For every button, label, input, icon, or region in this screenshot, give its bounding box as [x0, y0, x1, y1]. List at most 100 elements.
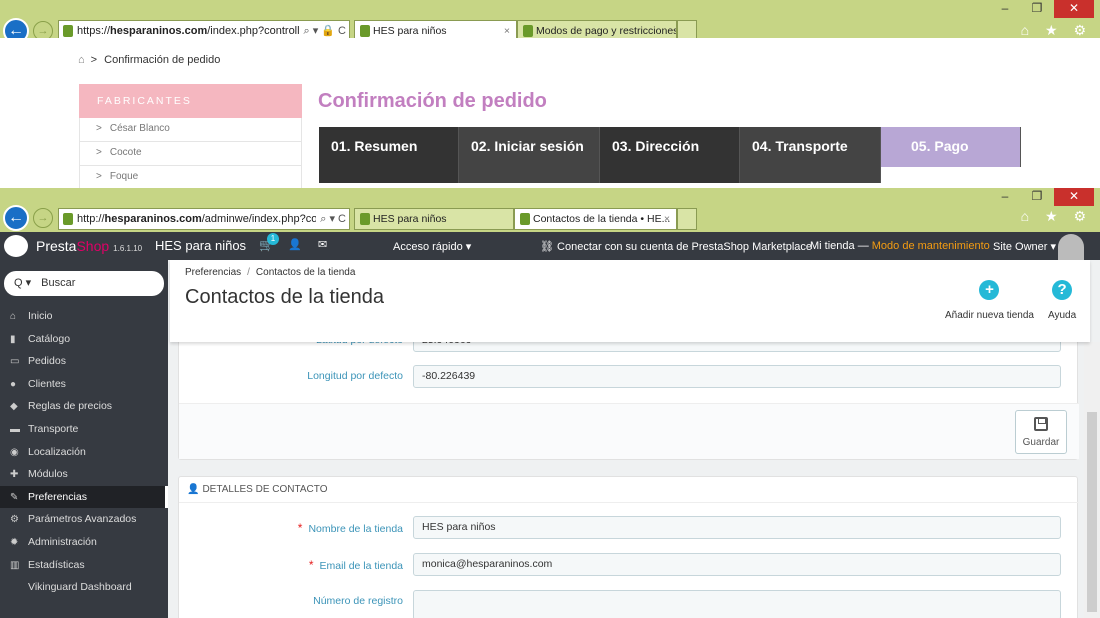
breadcrumb: Preferencias / Contactos de la tienda [185, 267, 356, 278]
sidebar-item-reglas-de-precios[interactable]: ◆ Reglas de precios [0, 395, 168, 418]
home-icon: ⌂ [10, 311, 17, 322]
user-icon[interactable]: 👤 [288, 238, 302, 251]
cog-icon: ✹ [10, 536, 19, 548]
step-resumen[interactable]: 01. Resumen [319, 127, 459, 183]
store-email-row: * Email de la tienda monica@hesparaninos.… [179, 553, 1079, 577]
restore-button[interactable]: ❐ [1022, 0, 1052, 18]
front-browser-chrome: – ❐ ✕ ← → https://hesparaninos.com/index… [0, 0, 1100, 44]
brand[interactable]: PrestaShop 1.6.1.10 [36, 238, 142, 254]
sidebar-item-label: Estadísticas [28, 558, 85, 571]
main-content: Preferencias / Contactos de la tienda Cont… [168, 260, 1100, 618]
sidebar-item-preferencias[interactable]: ✎ Preferencias [0, 485, 168, 509]
sidebar-item-catálogo[interactable]: ▮ Catálogo [0, 328, 168, 351]
search-icon[interactable]: Q ▾ [14, 277, 31, 289]
prestashop-logo-icon[interactable] [4, 235, 28, 257]
favicon-icon [523, 25, 533, 37]
sidebar-item-localización[interactable]: ◉ Localización [0, 441, 168, 464]
sidebar-item-label: Localización [28, 445, 86, 458]
tab-hes-para-ninos[interactable]: HES para niños [354, 208, 514, 230]
store-name[interactable]: HES para niños [155, 238, 246, 253]
sidebar-item-clientes[interactable]: ● Clientes [0, 373, 168, 396]
sidebar-item-label: Inicio [28, 310, 53, 322]
minimize-button[interactable]: – [990, 188, 1020, 206]
registration-number-input[interactable] [413, 590, 1061, 618]
tab-label: Contactos de la tienda • HE... [533, 213, 671, 225]
admin-sidebar: Q ▾ Buscar ⌂ Inicio ▮ Catálogo ▭ Pedidos ● Clien… [0, 260, 168, 618]
sidebar-item-parámetros-avanzados[interactable]: ⚙ Parámetros Avanzados [0, 508, 168, 531]
store-name-input[interactable]: HES para niños [413, 516, 1061, 539]
url-prefix: https:// [77, 25, 111, 37]
save-button[interactable]: Guardar [1015, 410, 1067, 454]
address-bar[interactable]: http://hesparaninos.com/adminwe/index.ph… [58, 208, 350, 230]
sidebar-item-vikinguard-dashboard[interactable]: Vikinguard Dashboard [0, 576, 168, 599]
store-email-label: * Email de la tienda [309, 558, 403, 572]
registration-number-row: Número de registro [179, 590, 1079, 618]
favicon-icon [520, 213, 530, 225]
sidebar-item-inicio[interactable]: ⌂ Inicio [0, 305, 168, 328]
new-tab-button[interactable] [677, 208, 697, 230]
tag-icon: ◆ [10, 401, 18, 413]
toolbar-icons[interactable]: ⌂ ★ ⚙ [1021, 208, 1092, 225]
credit-card-icon: ▭ [10, 356, 20, 368]
sidebar-item-pedidos[interactable]: ▭ Pedidos [0, 350, 168, 373]
avatar[interactable] [1058, 234, 1084, 260]
quick-access-menu[interactable]: Acceso rápido ▾ [393, 240, 471, 253]
maintenance-mode-label: Modo de mantenimiento [871, 240, 990, 252]
minimize-button[interactable]: – [990, 0, 1020, 18]
user-icon: 👤 [187, 484, 200, 495]
manufacturer-link[interactable]: > Cocote [79, 142, 302, 166]
step-direccion[interactable]: 03. Dirección [600, 127, 740, 183]
favicon-icon [63, 25, 73, 37]
address-controls[interactable]: ⌕ ▾ C [316, 209, 346, 229]
sidebar-item-módulos[interactable]: ✚ Módulos [0, 463, 168, 486]
longitude-input[interactable]: -80.226439 [413, 365, 1061, 388]
marketplace-link[interactable]: ⛓ Conectar con su cuenta de PrestaShop M… [540, 240, 812, 253]
contact-details-panel: 👤 DETALLES DE CONTACTO * Nombre de la tien… [178, 476, 1079, 618]
manufacturers-list: > César Blanco > Cocote > Foque [79, 118, 302, 188]
step-transporte[interactable]: 04. Transporte [740, 127, 881, 183]
home-icon[interactable]: ⌂ [78, 54, 85, 66]
longitude-label: Longitud por defecto [307, 370, 403, 382]
chevron-right-icon: > [96, 171, 102, 182]
step-pago[interactable]: 05. Pago [881, 127, 1021, 167]
restore-button[interactable]: ❐ [1022, 188, 1052, 206]
sidebar-menu: ⌂ Inicio ▮ Catálogo ▭ Pedidos ● Clientes ◆ Reglas… [0, 305, 168, 599]
employee-menu[interactable]: Site Owner ▾ [993, 240, 1056, 253]
longitude-row: Longitud por defecto -80.226439 [179, 365, 1079, 389]
brand-presta: Presta [36, 238, 77, 254]
my-store-link[interactable]: Mi tienda — Modo de mantenimiento [810, 240, 990, 252]
back-button[interactable]: ← [3, 205, 29, 231]
sidebar-item-administración[interactable]: ✹ Administración [0, 531, 168, 554]
marketplace-label: Conectar con su cuenta de PrestaShop Mar… [557, 241, 813, 253]
tab-contactos-de-la-tienda[interactable]: Contactos de la tienda • HE... × [514, 208, 677, 230]
scrollbar[interactable] [1084, 342, 1100, 618]
notification-badge: 1 [267, 233, 279, 245]
scrollbar-thumb[interactable] [1087, 412, 1097, 612]
forward-button[interactable]: → [33, 208, 53, 228]
store-name-row: * Nombre de la tienda HES para niños [179, 516, 1079, 540]
breadcrumb-parent[interactable]: Preferencias [185, 267, 241, 278]
close-button[interactable]: ✕ [1054, 188, 1094, 206]
tab-close-icon[interactable]: × [664, 209, 670, 229]
mail-icon[interactable]: ✉ [318, 238, 327, 251]
manufacturer-link[interactable]: > César Blanco [79, 118, 302, 142]
store-name-label: * Nombre de la tienda [298, 521, 403, 535]
globe-icon: ◉ [10, 446, 19, 458]
search-input[interactable]: Q ▾ Buscar [4, 271, 164, 296]
favicon-icon [63, 213, 73, 225]
storefront-page: ⌂ > Confirmación de pedido FABRICANTES > C… [0, 38, 1100, 188]
add-store-button[interactable]: + Añadir nueva tienda [945, 280, 1034, 321]
manufacturers-block-title[interactable]: FABRICANTES [79, 84, 302, 118]
toolbar-icons[interactable]: ⌂ ★ ⚙ [1021, 22, 1092, 39]
step-iniciar-sesion[interactable]: 02. Iniciar sesión [459, 127, 600, 183]
help-button[interactable]: ? Ayuda [1048, 280, 1076, 321]
my-store-label: Mi tienda — [810, 240, 872, 252]
store-email-input[interactable]: monica@hesparaninos.com [413, 553, 1061, 576]
sidebar-item-estadísticas[interactable]: ▥ Estadísticas [0, 554, 168, 577]
truck-icon: ▬ [10, 423, 20, 435]
panel-footer: Guardar [179, 403, 1079, 459]
sidebar-item-transporte[interactable]: ▬ Transporte [0, 418, 168, 441]
manufacturer-link[interactable]: > Foque [79, 166, 302, 188]
sidebar-item-label: Preferencias [28, 490, 87, 503]
close-button[interactable]: ✕ [1054, 0, 1094, 18]
